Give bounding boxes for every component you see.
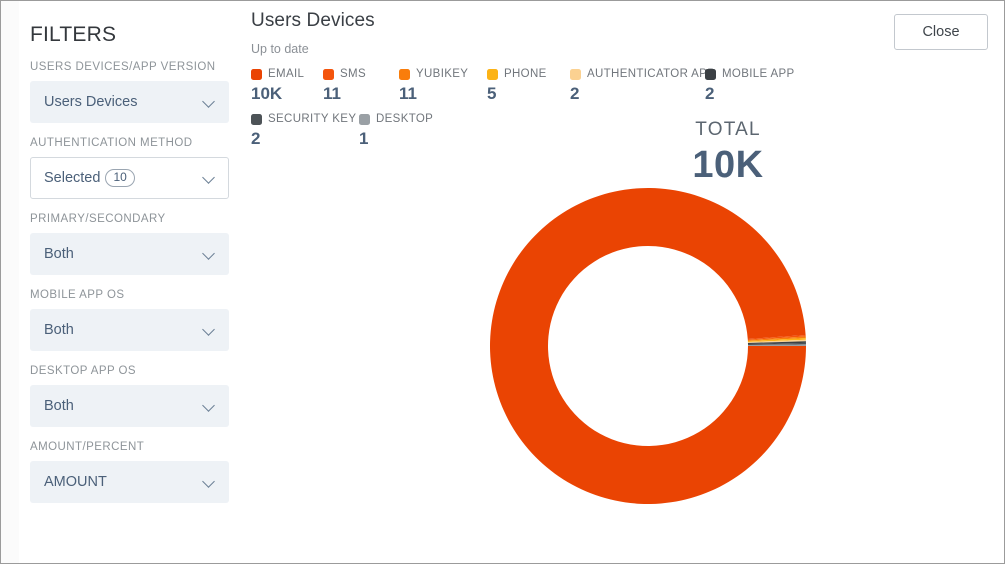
chevron-down-icon — [203, 96, 215, 108]
legend-item-head: YUBIKEY — [399, 67, 487, 81]
donut-slice-mobile-app[interactable] — [747, 341, 806, 345]
legend-item-head: SMS — [323, 67, 399, 81]
legend-swatch-icon — [705, 68, 716, 80]
legend-item-label: AUTHENTICATOR APP — [587, 68, 716, 80]
chevron-down-icon — [203, 172, 215, 184]
legend-item-label: PHONE — [504, 68, 547, 80]
filter-label: DESKTOP APP OS — [30, 365, 137, 377]
legend-swatch-icon — [251, 68, 262, 80]
chevron-down-icon — [203, 248, 215, 260]
content-panel: Users Devices Up to date Close EMAIL 10K S… — [240, 1, 1004, 563]
dropdown-authentication-method[interactable]: Selected 10 — [30, 157, 229, 199]
legend-swatch-icon — [251, 113, 262, 125]
filter-group-primary-secondary: PRIMARY/SECONDARY Both — [19, 213, 240, 275]
donut-slice-desktop[interactable] — [747, 344, 806, 346]
legend-item-head: DESKTOP — [359, 112, 433, 126]
filter-group-authentication-method: AUTHENTICATION METHOD Selected 10 — [19, 137, 240, 199]
legend-item-label: SECURITY KEY — [268, 113, 357, 125]
filters-panel: FILTERS USERS DEVICES/APP VERSION Users … — [19, 1, 240, 563]
legend-item-value: 11 — [399, 84, 417, 103]
filter-group-mobile-app-os: MOBILE APP OS Both — [19, 289, 240, 351]
legend-item-yubikey[interactable]: YUBIKEY 11 — [399, 67, 487, 104]
legend-row: SECURITY KEY 2 DESKTOP 1 — [251, 112, 1004, 149]
panel-header: Users Devices Up to date Close — [240, 1, 1004, 56]
dropdown-amount-percent[interactable]: AMOUNT — [30, 461, 229, 503]
dropdown-value: Both — [44, 322, 74, 338]
donut-slice-sms[interactable] — [747, 334, 806, 341]
legend-item-value: 2 — [570, 84, 580, 103]
legend-swatch-icon — [570, 68, 581, 80]
legend-item-head: AUTHENTICATOR APP — [570, 67, 715, 81]
donut-slice-email[interactable] — [490, 187, 806, 504]
legend-item-head: EMAIL — [251, 67, 323, 81]
legend-item-value: 11 — [323, 84, 341, 103]
chevron-down-icon — [203, 476, 215, 488]
dashboard-window: FILTERS USERS DEVICES/APP VERSION Users … — [1, 1, 1004, 563]
dropdown-primary-secondary[interactable]: Both — [30, 233, 229, 275]
legend-item-desktop[interactable]: DESKTOP 1 — [359, 112, 433, 149]
chevron-down-icon — [203, 400, 215, 412]
legend-row: EMAIL 10K SMS 11 YUBIKEY 11 PHONE 5 AUTHENTICATO… — [251, 67, 1004, 104]
dropdown-users-devices-app-version[interactable]: Users Devices — [30, 81, 229, 123]
donut-slice-security-key[interactable] — [747, 342, 806, 346]
filter-label: MOBILE APP OS — [30, 289, 125, 301]
dropdown-value: Selected 10 — [44, 168, 203, 188]
dropdown-mobile-app-os[interactable]: Both — [30, 309, 229, 351]
chevron-down-icon — [203, 324, 215, 336]
page-title: Users Devices — [251, 10, 375, 31]
close-button[interactable]: Close — [894, 14, 988, 50]
donut-slice-yubikey[interactable] — [747, 336, 806, 342]
legend-item-head: SECURITY KEY — [251, 112, 359, 126]
legend-item-mobile-app[interactable]: MOBILE APP 2 — [705, 67, 795, 104]
legend-item-value: 1 — [359, 129, 369, 148]
legend-item-security-key[interactable]: SECURITY KEY 2 — [251, 112, 359, 149]
legend-item-head: PHONE — [487, 67, 570, 81]
legend-item-value: 2 — [705, 84, 715, 103]
legend-swatch-icon — [323, 68, 334, 80]
legend-swatch-icon — [399, 68, 410, 80]
legend-item-label: DESKTOP — [376, 113, 434, 125]
legend-item-sms[interactable]: SMS 11 — [323, 67, 399, 104]
legend-item-label: MOBILE APP — [722, 68, 795, 80]
legend-item-head: MOBILE APP — [705, 67, 795, 81]
legend-swatch-icon — [487, 68, 498, 80]
dropdown-value: Both — [44, 246, 74, 262]
legend-item-email[interactable]: EMAIL 10K — [251, 67, 323, 104]
donut-slice-authenticator-app[interactable] — [747, 339, 806, 344]
chart-legend: EMAIL 10K SMS 11 YUBIKEY 11 PHONE 5 AUTHENTICATO… — [240, 67, 1004, 157]
dropdown-value: Users Devices — [44, 94, 138, 110]
legend-item-authenticator-app[interactable]: AUTHENTICATOR APP 2 — [570, 67, 715, 104]
donut-slice-phone[interactable] — [747, 338, 806, 343]
legend-item-value: 10K — [251, 84, 283, 103]
filters-heading: FILTERS — [30, 23, 117, 46]
legend-item-phone[interactable]: PHONE 5 — [487, 67, 570, 104]
legend-item-value: 5 — [487, 84, 497, 103]
dropdown-value: AMOUNT — [44, 474, 107, 490]
legend-item-label: SMS — [340, 68, 366, 80]
filters-sidebar: FILTERS USERS DEVICES/APP VERSION Users … — [1, 1, 240, 563]
filter-label: AMOUNT/PERCENT — [30, 441, 145, 453]
dropdown-desktop-app-os[interactable]: Both — [30, 385, 229, 427]
filter-group-users-devices-app-version: USERS DEVICES/APP VERSION Users Devices — [19, 61, 240, 123]
filter-group-amount-percent: AMOUNT/PERCENT AMOUNT — [19, 441, 240, 503]
legend-item-label: EMAIL — [268, 68, 305, 80]
freshness-status: Up to date — [251, 42, 309, 56]
dropdown-value: Both — [44, 398, 74, 414]
filter-group-desktop-app-os: DESKTOP APP OS Both — [19, 365, 240, 427]
legend-swatch-icon — [359, 113, 370, 125]
legend-item-label: YUBIKEY — [416, 68, 469, 80]
dropdown-value-text: Selected — [44, 169, 101, 186]
filter-label: USERS DEVICES/APP VERSION — [30, 61, 216, 73]
filter-label: AUTHENTICATION METHOD — [30, 137, 193, 149]
filter-label: PRIMARY/SECONDARY — [30, 213, 166, 225]
legend-item-value: 2 — [251, 129, 261, 148]
selected-count-badge: 10 — [105, 168, 135, 188]
